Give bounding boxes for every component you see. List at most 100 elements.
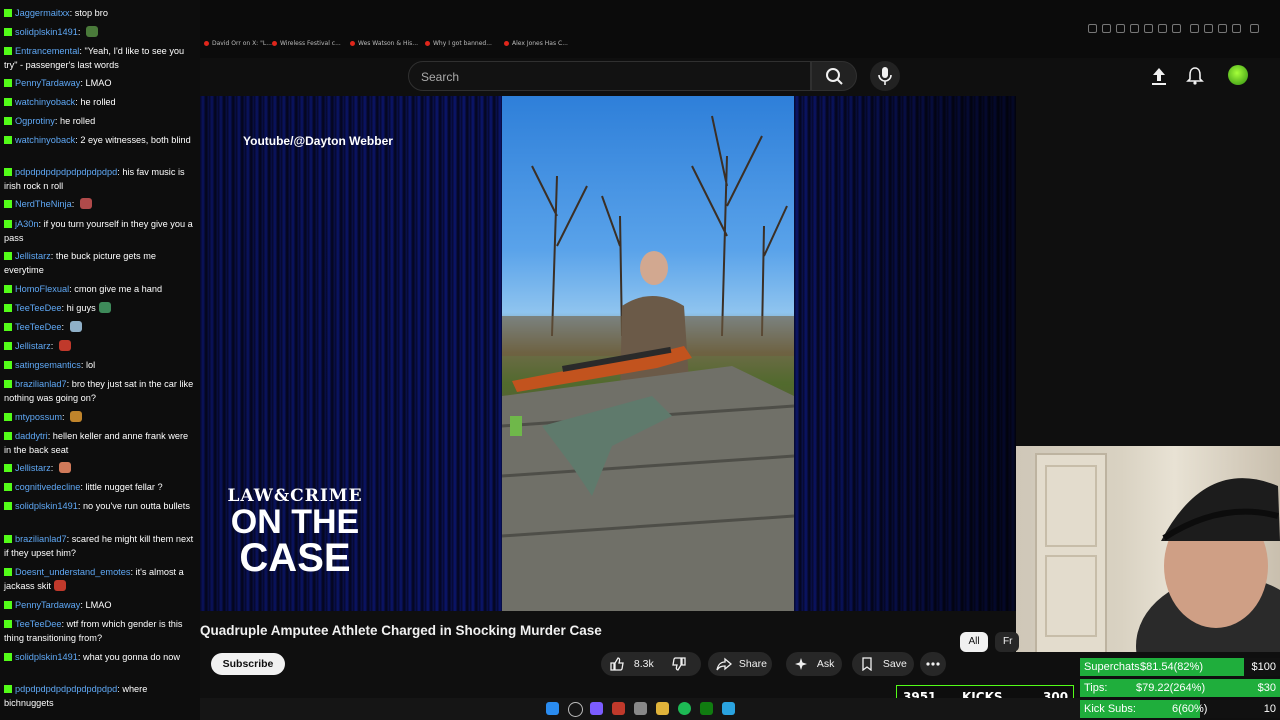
chat-username[interactable]: solidplskin1491 (15, 652, 78, 662)
chat-username[interactable]: cognitivedecline (15, 482, 80, 492)
search-icon[interactable] (568, 702, 583, 717)
extension-icon[interactable] (1232, 24, 1241, 33)
menu-icon[interactable] (1250, 24, 1259, 33)
chat-message: Entrancemental: "Yeah, I'd like to see y… (4, 44, 196, 72)
bookmark-label: Why I got banned... (433, 40, 492, 47)
upload-icon[interactable] (1150, 66, 1168, 86)
browser-icon[interactable] (634, 702, 647, 715)
microphone-icon (878, 67, 892, 85)
zoom-icon[interactable] (1088, 24, 1097, 33)
xbox-icon[interactable] (700, 702, 713, 715)
chat-username[interactable]: Jellistarz (15, 341, 51, 351)
chat-username[interactable]: Ogprotiny (15, 116, 55, 126)
chat-username[interactable]: satingsemantics (15, 360, 81, 370)
chat-username[interactable]: watchinyoback (15, 97, 75, 107)
bookmark-item[interactable]: David Orr on X: "L... (204, 40, 272, 47)
chat-text: LMAO (85, 78, 112, 88)
bookmark-label: Wireless Festival c... (280, 40, 341, 47)
extension-icon[interactable] (1172, 24, 1181, 33)
chat-username[interactable]: pdpdpdpdpdpdpdpdpdpd (15, 167, 117, 177)
chat-username[interactable]: Jaggermaitxx (15, 8, 70, 18)
share-button[interactable]: Share (708, 652, 772, 676)
ask-button[interactable]: Ask (786, 652, 842, 676)
goal-label: Superchats (1084, 661, 1140, 673)
extension-icon[interactable] (1190, 24, 1199, 33)
more-actions-button[interactable] (920, 652, 946, 676)
like-button[interactable]: 8.3k (609, 652, 659, 676)
chat-message: jA30n: if you turn yourself in they give… (4, 217, 196, 245)
chat-username[interactable]: solidplskin1491 (15, 27, 78, 37)
chat-username[interactable]: PennyTardaway (15, 600, 80, 610)
chat-message: solidplskin1491: no you've run outta bul… (4, 499, 196, 513)
chip-all[interactable]: All (960, 632, 988, 652)
chat-username[interactable]: Doesnt_understand_emotes (15, 567, 130, 577)
ask-label: Ask (816, 658, 835, 670)
chat-username[interactable]: HomoFlexual (15, 284, 69, 294)
extension-icon[interactable] (1158, 24, 1167, 33)
bookmark-icon (862, 657, 872, 672)
account-avatar[interactable] (1228, 65, 1248, 85)
voice-search-button[interactable] (870, 61, 900, 91)
folder-icon[interactable] (656, 702, 669, 715)
chat-message: pdpdpdpdpdpdpdpdpdpd: his fav music is i… (4, 165, 196, 193)
streamer-figure (1035, 453, 1280, 652)
bookmark-item[interactable]: Alex Jones Has C... (504, 40, 568, 47)
extension-icon[interactable] (1130, 24, 1139, 33)
chat-colon: : (50, 341, 56, 351)
chat-username[interactable]: brazilianlad7 (15, 379, 67, 389)
bookmark-item[interactable]: Why I got banned... (425, 40, 492, 47)
spotify-icon[interactable] (678, 702, 691, 715)
save-label: Save (882, 658, 907, 670)
share-label: Share (738, 658, 767, 670)
chat-username[interactable]: jA30n (15, 219, 39, 229)
kick-badge-icon (4, 502, 12, 510)
chat-username[interactable]: TeeTeeDee (15, 322, 61, 332)
chat-username[interactable]: pdpdpdpdpdpdpdpdpdpd (15, 684, 117, 694)
like-dislike-group: 8.3k (601, 652, 701, 676)
extension-icon[interactable] (1218, 24, 1227, 33)
dislike-button[interactable] (671, 652, 695, 676)
chat-username[interactable]: Jellistarz (15, 251, 51, 261)
chat-username[interactable]: PennyTardaway (15, 78, 80, 88)
bookmark-item[interactable]: Wes Watson & His... (350, 40, 418, 47)
app-icon[interactable] (590, 702, 603, 715)
chat-username[interactable]: mtypossum (15, 412, 62, 422)
chat-message: watchinyoback: he rolled (4, 95, 196, 109)
extension-icon[interactable] (1116, 24, 1125, 33)
chat-username[interactable]: Jellistarz (15, 463, 51, 473)
search-button[interactable] (811, 61, 857, 91)
search-icon (826, 68, 843, 85)
video-background-shade (800, 96, 1016, 611)
chat-message: NerdTheNinja: (4, 197, 196, 211)
chat-username[interactable]: watchinyoback (15, 135, 75, 145)
favicon-icon (350, 41, 355, 46)
extension-icon[interactable] (1102, 24, 1111, 33)
notifications-bell-icon[interactable] (1186, 66, 1204, 86)
search-input[interactable]: Search (408, 61, 811, 91)
video-player[interactable]: Youtube/@Dayton Webber LAW&CRIME ON THE … (200, 96, 1016, 611)
chat-username[interactable]: brazilianlad7 (15, 534, 67, 544)
telegram-icon[interactable] (722, 702, 735, 715)
bookmark-item[interactable]: Wireless Festival c... (272, 40, 341, 47)
chat-username[interactable]: TeeTeeDee (15, 303, 61, 313)
chat-username[interactable]: Entrancemental (15, 46, 79, 56)
kick-badge-icon (4, 432, 12, 440)
search-placeholder: Search (421, 70, 460, 84)
start-icon[interactable] (546, 702, 559, 715)
app-icon[interactable] (612, 702, 625, 715)
chat-username[interactable]: TeeTeeDee (15, 619, 61, 629)
kick-badge-icon (4, 304, 12, 312)
extension-icon[interactable] (1204, 24, 1213, 33)
chip-from[interactable]: Fr (995, 632, 1019, 652)
subscribe-button[interactable]: Subscribe (211, 653, 285, 675)
logo-line: CASE (239, 536, 351, 580)
chat-message: PennyTardaway: LMAO (4, 76, 196, 90)
kick-badge-icon (4, 9, 12, 17)
kick-badge-icon (4, 28, 12, 36)
chat-message: PennyTardaway: LMAO (4, 598, 196, 612)
chat-username[interactable]: daddytri (15, 431, 48, 441)
chat-username[interactable]: NerdTheNinja (15, 199, 72, 209)
save-button[interactable]: Save (852, 652, 914, 676)
chat-username[interactable]: solidplskin1491 (15, 501, 78, 511)
extension-icon[interactable] (1144, 24, 1153, 33)
